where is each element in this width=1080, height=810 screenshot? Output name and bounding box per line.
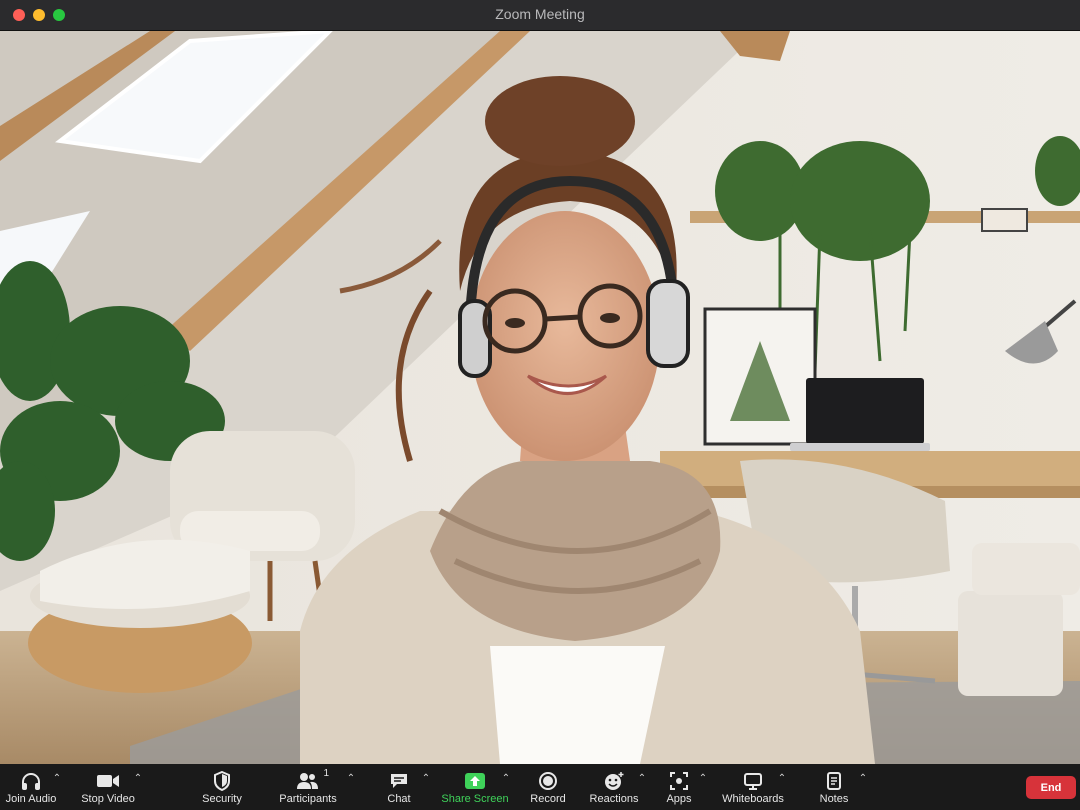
join-audio-button[interactable]: Join Audio	[5, 764, 57, 810]
window-title: Zoom Meeting	[495, 6, 585, 22]
security-button[interactable]: Security	[200, 764, 244, 810]
headphones-icon	[18, 770, 44, 792]
apps-options-chevron-icon[interactable]: ⌃	[698, 774, 708, 784]
share-screen-label: Share Screen	[441, 793, 509, 805]
stop-video-label: Stop Video	[81, 793, 135, 805]
share-screen-options-chevron-icon[interactable]: ⌃	[501, 774, 511, 784]
reactions-button[interactable]: Reactions	[589, 764, 639, 810]
participant-video-feed[interactable]	[0, 31, 1080, 764]
apps-icon	[666, 770, 692, 792]
record-button[interactable]: Record	[528, 764, 568, 810]
share-arrow-icon	[462, 770, 488, 792]
end-meeting-button[interactable]: End	[1026, 776, 1076, 799]
stop-video-options-chevron-icon[interactable]: ⌃	[133, 774, 143, 784]
title-bar: Zoom Meeting	[0, 0, 1080, 31]
record-label: Record	[530, 793, 566, 805]
smiley-icon	[601, 770, 627, 792]
chat-label: Chat	[387, 793, 411, 805]
people-icon: 1	[295, 768, 329, 792]
notes-label: Notes	[819, 793, 849, 805]
apps-label: Apps	[666, 793, 692, 805]
meeting-controls-toolbar: Join Audio ⌃ Stop Video ⌃ Security 1 Par…	[0, 764, 1080, 810]
join-audio-label: Join Audio	[5, 793, 57, 805]
chat-options-chevron-icon[interactable]: ⌃	[421, 774, 431, 784]
join-audio-options-chevron-icon[interactable]: ⌃	[52, 774, 62, 784]
stop-video-button[interactable]: Stop Video	[80, 764, 136, 810]
notes-button[interactable]: Notes	[817, 764, 851, 810]
apps-button[interactable]: Apps	[664, 764, 694, 810]
reactions-label: Reactions	[589, 793, 639, 805]
video-background-scene	[0, 31, 1080, 764]
zoom-meeting-window: Zoom Meeting Join Audio ⌃ Stop Video ⌃ S…	[0, 0, 1080, 810]
whiteboards-button[interactable]: Whiteboards	[722, 764, 784, 810]
participants-button[interactable]: 1 Participants	[279, 764, 337, 810]
notes-icon	[821, 770, 847, 792]
security-label: Security	[202, 793, 242, 805]
chat-button[interactable]: Chat	[384, 764, 414, 810]
reactions-options-chevron-icon[interactable]: ⌃	[637, 774, 647, 784]
more-options-chevron-icon[interactable]: ⌃	[858, 774, 868, 784]
whiteboards-label: Whiteboards	[722, 793, 784, 805]
whiteboards-options-chevron-icon[interactable]: ⌃	[777, 774, 787, 784]
participants-label: Participants	[279, 793, 337, 805]
whiteboard-icon	[740, 770, 766, 792]
share-screen-button[interactable]: Share Screen	[441, 764, 509, 810]
participants-count: 1	[323, 768, 329, 779]
shield-icon	[209, 770, 235, 792]
participants-options-chevron-icon[interactable]: ⌃	[346, 774, 356, 784]
chat-bubble-icon	[386, 770, 412, 792]
record-icon	[535, 770, 561, 792]
video-camera-icon	[95, 770, 121, 792]
